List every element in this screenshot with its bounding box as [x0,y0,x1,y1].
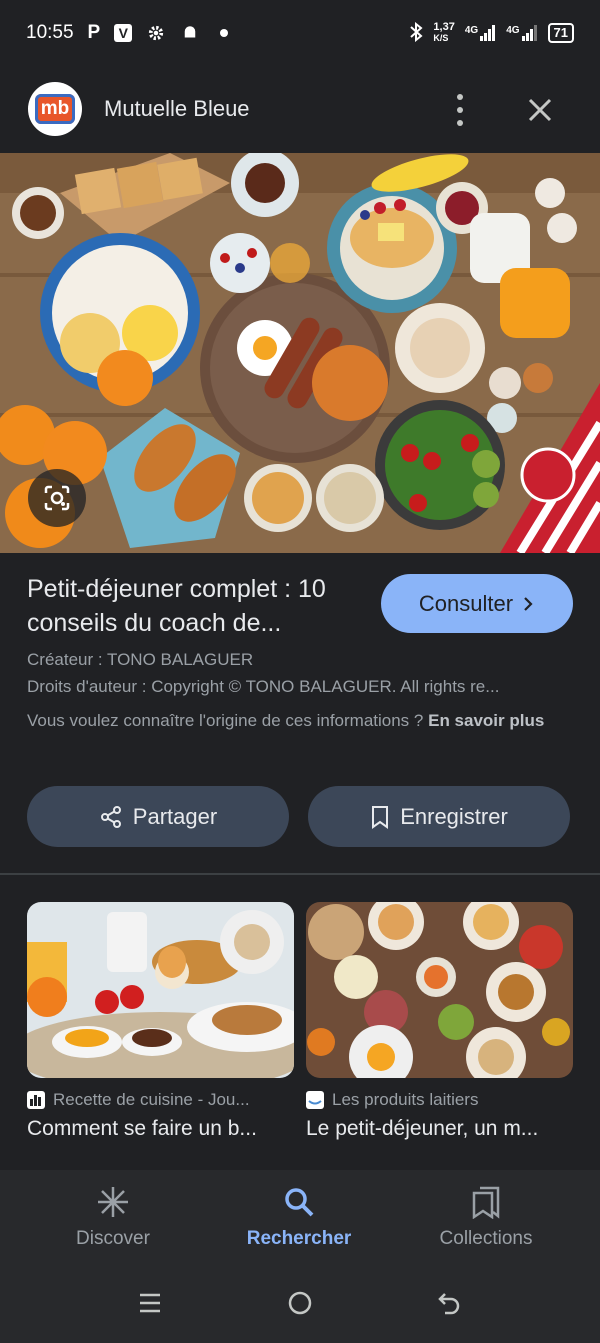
parking-app-icon: P [87,22,101,43]
collections-icon [466,1182,506,1222]
nav-item-search[interactable]: Rechercher [219,1182,379,1250]
save-button-label: Enregistrer [400,803,508,829]
search-icon [279,1182,319,1222]
home-circle-icon [288,1291,312,1315]
nav-item-label: Collections [439,1228,533,1249]
lens-icon [44,485,70,511]
asterisk-icon [93,1182,133,1222]
share-button[interactable]: Partager [27,786,289,847]
close-icon [528,98,552,122]
network-1-label: 4G [464,25,479,36]
related-card-source: Les produits laitiers [306,1090,573,1110]
net-speed: 1,37 K/S [433,22,454,44]
result-header: mb Mutuelle Bleue [0,80,600,140]
logo-mark: mb [35,94,75,124]
bookmark-icon [372,805,389,829]
related-card-source: Recette de cuisine - Jou... [27,1090,294,1110]
back-button[interactable] [430,1285,470,1321]
site-logo[interactable]: mb [28,82,82,136]
status-time: 10:55 [26,22,74,43]
dot-icon [214,23,234,43]
lens-search-button[interactable] [28,469,86,527]
net-speed-unit: K/S [433,33,449,43]
creator-text: Créateur : TONO BALAGUER [27,650,254,669]
result-title[interactable]: Petit-déjeuner complet : 10 conseils du … [27,572,367,640]
battery-icon: 71 [547,23,574,43]
network-2-label: 4G [506,25,520,36]
consult-button-label: Consulter [418,590,514,616]
nav-item-collections[interactable]: Collections [406,1182,566,1250]
share-button-label: Partager [132,803,218,829]
section-divider [0,873,600,875]
signal-2-icon: 4G [506,25,537,41]
back-icon [438,1293,460,1315]
recents-button[interactable] [130,1285,170,1321]
menu-dot [457,94,463,100]
related-card-image [306,902,573,1078]
learn-more-link[interactable]: En savoir plus [428,711,544,730]
v-app-icon: V [114,24,133,42]
site-name[interactable]: Mutuelle Bleue [104,96,250,122]
close-button[interactable] [522,92,558,128]
source-favicon-icon [306,1091,324,1109]
source-favicon-icon [27,1091,45,1109]
menu-dot [457,120,463,126]
home-button[interactable] [280,1285,320,1321]
related-card[interactable]: Recette de cuisine - Jou... Comment se f… [27,902,294,1141]
related-card-image [27,902,294,1078]
nav-item-discover[interactable]: Discover [33,1182,193,1250]
android-icon [180,23,200,43]
more-options-button[interactable] [446,94,474,126]
nav-item-label: Discover [76,1228,150,1249]
status-bar: 10:55 P V 1,37 K/S 4G 4G 71 [0,0,600,66]
signal-1-icon: 4G [465,25,496,41]
hero-image[interactable] [0,153,600,553]
info-text: Vous voulez connaître l'origine de ces i… [27,707,572,734]
info-question: Vous voulez connaître l'origine de ces i… [27,711,424,730]
chevron-right-icon [524,596,533,611]
related-card-source-label: Les produits laitiers [332,1090,479,1109]
share-icon [100,805,121,828]
menu-icon [140,1293,160,1313]
related-card-title[interactable]: Comment se faire un b... [27,1117,294,1141]
related-card-title[interactable]: Le petit-déjeuner, un m... [306,1117,573,1141]
net-speed-value: 1,37 [433,21,455,33]
related-card[interactable]: Les produits laitiers Le petit-déjeuner,… [306,902,573,1141]
gear-icon [146,23,166,43]
copyright-text: Droits d'auteur : Copyright © TONO BALAG… [27,677,500,696]
related-card-source-label: Recette de cuisine - Jou... [53,1090,250,1109]
nav-item-label: Rechercher [246,1228,352,1249]
save-button[interactable]: Enregistrer [308,786,570,847]
bluetooth-icon [409,21,423,45]
menu-dot [457,107,463,113]
consult-button[interactable]: Consulter [381,574,573,633]
